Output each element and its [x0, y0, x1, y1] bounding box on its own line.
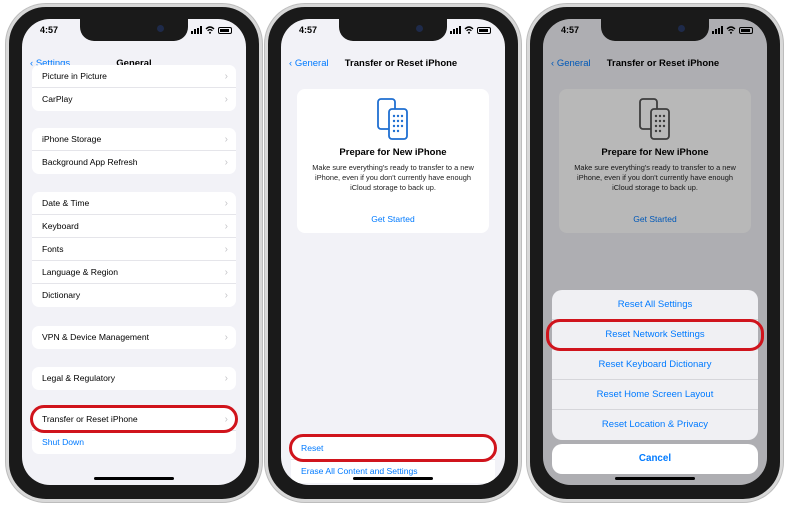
status-time: 4:57: [40, 25, 59, 35]
reset-action-sheet: Reset All Settings Reset Network Setting…: [552, 290, 758, 440]
battery-icon: [218, 26, 232, 34]
signal-icon: [191, 26, 202, 34]
wifi-icon: [205, 26, 215, 34]
home-indicator: [353, 477, 433, 480]
camera-icon: [416, 25, 423, 32]
home-indicator: [615, 477, 695, 480]
signal-icon: [450, 26, 461, 34]
settings-row-legal-regulatory[interactable]: Legal & Regulatory ›: [32, 367, 236, 390]
shutdown-button[interactable]: Shut Down: [32, 431, 236, 454]
status-time: 4:57: [299, 25, 318, 35]
notch: [80, 19, 188, 41]
settings-row-date-time[interactable]: Date & Time ›: [32, 192, 236, 215]
settings-group: Picture in Picture › CarPlay ›: [32, 65, 236, 111]
chevron-right-icon: ›: [224, 373, 228, 384]
screen: 4:57 ‹ General Transfer or Reset iPhone …: [543, 19, 767, 485]
notch: [601, 19, 709, 41]
phone-reset-sheet: 4:57 ‹ General Transfer or Reset iPhone …: [527, 4, 783, 502]
reset-location-privacy-option[interactable]: Reset Location & Privacy: [552, 410, 758, 440]
highlight-reset: [289, 434, 497, 462]
screen: 4:57 ‹ General Transfer or Reset iPhone …: [281, 19, 505, 485]
reset-all-settings-option[interactable]: Reset All Settings: [552, 290, 758, 320]
settings-group: Date & Time › Keyboard › Fonts › Language &…: [32, 192, 236, 307]
phone-settings-general: 4:57 ‹ Settings General Picture in Pictu…: [6, 4, 262, 502]
reset-home-screen-layout-option[interactable]: Reset Home Screen Layout: [552, 380, 758, 410]
card-title: Prepare for New iPhone: [339, 147, 447, 158]
battery-icon: [477, 26, 491, 34]
notch: [339, 19, 447, 41]
settings-row-vpn-device-management[interactable]: VPN & Device Management ›: [32, 326, 236, 349]
settings-row-fonts[interactable]: Fonts ›: [32, 238, 236, 261]
transfer-phones-icon: [377, 98, 408, 140]
highlight-reset-network: [546, 319, 764, 351]
settings-row-keyboard[interactable]: Keyboard ›: [32, 215, 236, 238]
settings-group: VPN & Device Management ›: [32, 326, 236, 349]
settings-row-carplay[interactable]: CarPlay ›: [32, 88, 236, 111]
settings-row-background-app-refresh[interactable]: Background App Refresh ›: [32, 151, 236, 174]
nav-bar: ‹ General Transfer or Reset iPhone: [281, 55, 505, 73]
camera-icon: [678, 25, 685, 32]
chevron-right-icon: ›: [224, 332, 228, 343]
screen: 4:57 ‹ Settings General Picture in Pictu…: [22, 19, 246, 485]
reset-keyboard-dictionary-option[interactable]: Reset Keyboard Dictionary: [552, 350, 758, 380]
page-title: Transfer or Reset iPhone: [344, 58, 458, 69]
camera-icon: [157, 25, 164, 32]
highlight-transfer-reset: [30, 405, 238, 433]
wifi-icon: [464, 26, 474, 34]
phone-transfer-reset: 4:57 ‹ General Transfer or Reset iPhone …: [265, 4, 521, 502]
cancel-button[interactable]: Cancel: [552, 444, 758, 474]
chevron-right-icon: ›: [224, 267, 228, 278]
chevron-right-icon: ›: [224, 244, 228, 255]
card-description: Make sure everything's ready to transfer…: [312, 163, 474, 192]
settings-group: iPhone Storage › Background App Refresh ›: [32, 128, 236, 174]
settings-row-dictionary[interactable]: Dictionary ›: [32, 284, 236, 307]
settings-row-picture-in-picture[interactable]: Picture in Picture ›: [32, 65, 236, 88]
settings-row-language-region[interactable]: Language & Region ›: [32, 261, 236, 284]
chevron-right-icon: ›: [224, 71, 228, 82]
home-indicator: [94, 477, 174, 480]
prepare-card: Prepare for New iPhone Make sure everyth…: [297, 89, 489, 233]
chevron-right-icon: ›: [224, 290, 228, 301]
settings-group: Legal & Regulatory ›: [32, 367, 236, 390]
settings-row-iphone-storage[interactable]: iPhone Storage ›: [32, 128, 236, 151]
chevron-right-icon: ›: [224, 157, 228, 168]
chevron-right-icon: ›: [224, 198, 228, 209]
get-started-link[interactable]: Get Started: [297, 214, 489, 224]
chevron-right-icon: ›: [224, 94, 228, 105]
chevron-right-icon: ›: [224, 134, 228, 145]
chevron-right-icon: ›: [224, 221, 228, 232]
